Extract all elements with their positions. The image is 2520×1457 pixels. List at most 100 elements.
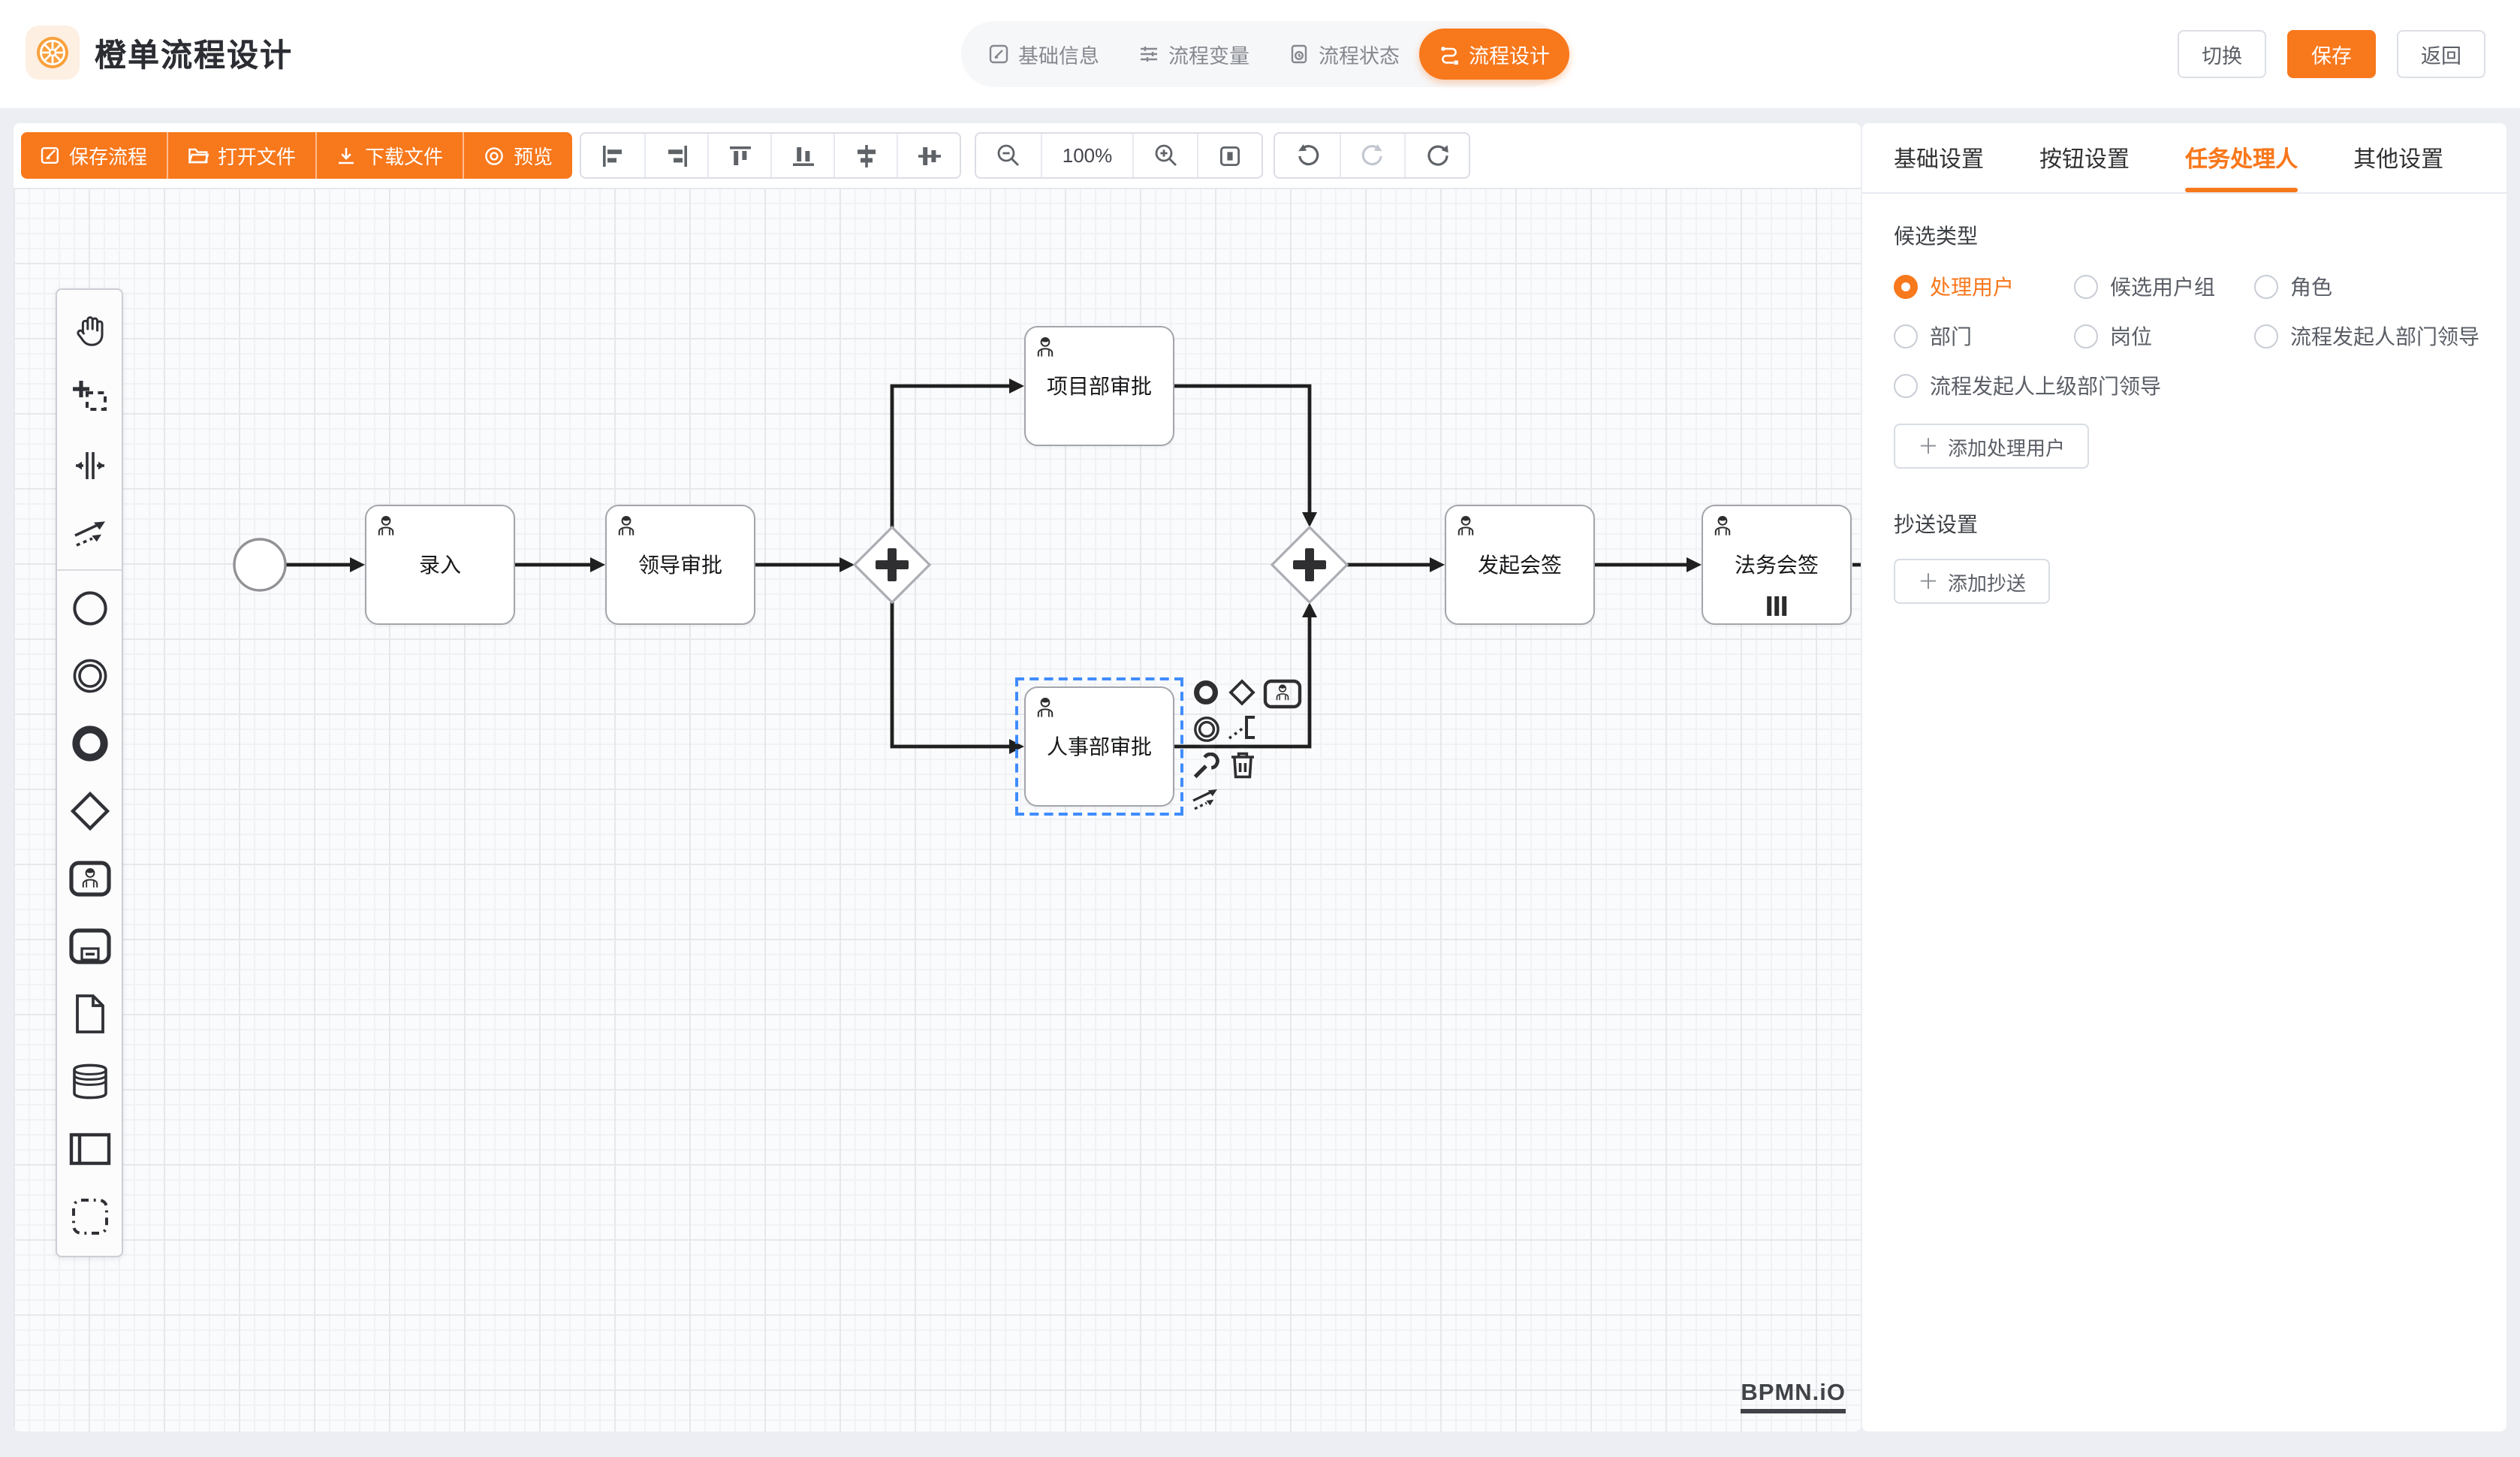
create-end-event[interactable]	[57, 709, 122, 777]
undo-button[interactable]	[1275, 134, 1340, 177]
tab-process-status[interactable]: 流程状态	[1269, 29, 1419, 80]
create-user-task[interactable]	[57, 844, 122, 912]
radio-post[interactable]: 岗位	[2074, 321, 2254, 351]
fit-viewport-icon	[1218, 143, 1242, 167]
align-right-button[interactable]	[644, 134, 707, 177]
align-right-icon	[665, 143, 689, 167]
tab-button-settings[interactable]: 按钮设置	[2039, 123, 2130, 192]
diagram-canvas[interactable]: 录入 领导审批 项目部审批 人事部审批 发起会签 法务会签	[14, 188, 1861, 1431]
task-luru[interactable]: 录入	[365, 505, 515, 625]
tab-basic-info[interactable]: 基础信息	[969, 29, 1119, 80]
undo-icon	[1295, 143, 1320, 168]
hand-tool[interactable]	[57, 296, 122, 363]
back-button[interactable]: 返回	[2397, 30, 2485, 78]
create-data-store[interactable]	[57, 1047, 122, 1115]
zoom-in-button[interactable]	[1132, 134, 1197, 177]
multi-instance-marker	[1767, 596, 1786, 616]
align-bottom-icon	[791, 143, 815, 167]
align-left-button[interactable]	[581, 134, 644, 177]
open-file-button[interactable]: 打开文件	[167, 132, 315, 179]
settings-body: 候选类型 处理用户 候选用户组 角色 部门 岗位 流程发起人部门领导 流程发起人…	[1862, 194, 2506, 604]
tab-process-variables[interactable]: 流程变量	[1119, 29, 1269, 80]
space-tool[interactable]	[57, 431, 122, 499]
form-icon	[988, 44, 1009, 65]
align-center-vertical-button[interactable]	[897, 134, 960, 177]
tab-process-design[interactable]: 流程设计	[1419, 29, 1569, 80]
radio-initiator-dept-leader[interactable]: 流程发起人部门领导	[2254, 321, 2479, 351]
settings-tabs: 基础设置 按钮设置 任务处理人 其他设置	[1862, 123, 2506, 194]
radio-initiator-upper-dept-leader[interactable]: 流程发起人上级部门领导	[1894, 371, 2479, 401]
fit-viewport-button[interactable]	[1197, 134, 1262, 177]
folder-open-icon	[188, 146, 209, 165]
align-group	[580, 132, 961, 179]
create-gateway[interactable]	[57, 777, 122, 844]
global-connect-tool[interactable]	[57, 499, 122, 566]
header-nav: 基础信息 流程变量 流程状态 流程设计	[961, 21, 1562, 87]
create-participant-pool[interactable]	[57, 1115, 122, 1182]
edit-save-icon	[41, 146, 60, 165]
align-top-icon	[728, 143, 752, 167]
preview-button[interactable]: 预览	[463, 132, 572, 179]
change-element-type-button[interactable]	[1189, 750, 1222, 783]
add-assignee-button[interactable]: ＋添加处理用户	[1894, 424, 2089, 469]
connect-tool-button[interactable]	[1189, 783, 1222, 816]
radio-candidate-user-group[interactable]: 候选用户组	[2074, 272, 2254, 302]
create-subprocess[interactable]	[57, 912, 122, 979]
history-group	[1274, 132, 1470, 179]
app-header: 橙单流程设计 基础信息 流程变量 流程状态 流程设计 切换 保存 返回	[0, 0, 2520, 108]
task-hr-dept-approve[interactable]: 人事部审批	[1024, 686, 1174, 807]
radio-dot	[1894, 324, 1918, 348]
tab-other-settings[interactable]: 其他设置	[2353, 123, 2443, 192]
zoom-out-icon	[996, 143, 1021, 168]
zoom-in-icon	[1153, 143, 1178, 168]
append-user-task-button[interactable]	[1262, 677, 1304, 710]
radio-role[interactable]: 角色	[2254, 272, 2479, 302]
candidate-type-label: 候选类型	[1894, 221, 2475, 251]
delete-element-button[interactable]	[1225, 748, 1258, 781]
switch-button[interactable]: 切换	[2178, 30, 2266, 78]
create-group[interactable]	[57, 1182, 122, 1250]
canvas-panel: 保存流程 打开文件 下载文件 预览	[14, 123, 1861, 1431]
radio-assignee-user[interactable]: 处理用户	[1894, 272, 2074, 302]
create-data-object[interactable]	[57, 979, 122, 1047]
add-cc-button[interactable]: ＋添加抄送	[1894, 559, 2050, 604]
append-intermediate-event-button[interactable]	[1189, 712, 1222, 745]
align-center-horizontal-button[interactable]	[833, 134, 897, 177]
redo-button[interactable]	[1340, 134, 1404, 177]
radio-department[interactable]: 部门	[1894, 321, 2074, 351]
append-text-annotation-button[interactable]	[1225, 712, 1258, 745]
tab-basic-settings[interactable]: 基础设置	[1894, 123, 1984, 192]
align-center-horizontal-icon	[854, 143, 878, 167]
tab-task-assignee[interactable]: 任务处理人	[2185, 123, 2298, 192]
flow-icon	[1439, 44, 1460, 65]
align-top-button[interactable]	[707, 134, 770, 177]
append-end-event-button[interactable]	[1189, 676, 1222, 709]
start-event[interactable]	[234, 539, 285, 590]
create-intermediate-event[interactable]	[57, 641, 122, 709]
align-bottom-button[interactable]	[770, 134, 833, 177]
parallel-gateway-split[interactable]	[855, 527, 930, 602]
radio-dot	[2074, 275, 2098, 299]
task-project-dept-approve[interactable]: 项目部审批	[1024, 326, 1174, 446]
sliders-icon	[1138, 44, 1159, 65]
append-gateway-button[interactable]	[1225, 676, 1258, 709]
download-icon	[336, 146, 356, 165]
preview-icon	[484, 145, 505, 166]
document-status-icon	[1289, 44, 1310, 65]
create-start-event[interactable]	[57, 574, 122, 641]
file-button-group: 保存流程 打开文件 下载文件 预览	[21, 132, 572, 179]
lasso-tool[interactable]	[57, 363, 122, 431]
redo-icon	[1360, 143, 1385, 168]
zoom-out-button[interactable]	[976, 134, 1041, 177]
task-legal-countersign[interactable]: 法务会签	[1702, 505, 1852, 625]
zoom-group: 100%	[975, 132, 1263, 179]
parallel-gateway-join[interactable]	[1272, 527, 1347, 602]
task-start-countersign[interactable]: 发起会签	[1445, 505, 1595, 625]
save-process-button[interactable]: 保存流程	[21, 132, 167, 179]
task-leader-approve[interactable]: 领导审批	[605, 505, 755, 625]
plus-icon: ＋	[1918, 566, 1939, 596]
align-left-icon	[601, 143, 625, 167]
save-button[interactable]: 保存	[2287, 30, 2376, 78]
reset-button[interactable]	[1404, 134, 1469, 177]
download-file-button[interactable]: 下载文件	[315, 132, 463, 179]
